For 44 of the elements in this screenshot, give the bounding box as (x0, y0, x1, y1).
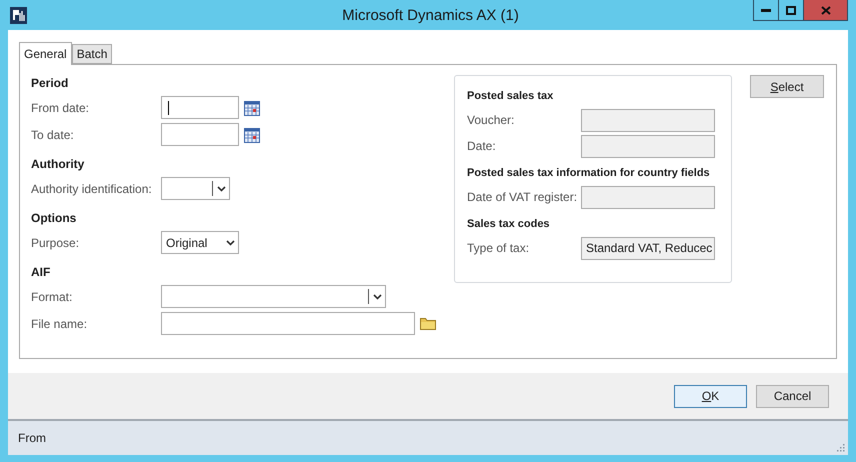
section-heading: Posted sales tax information for country fields (467, 166, 711, 181)
window-title: Microsoft Dynamics AX (1) (341, 6, 520, 24)
tab[interactable]: General (19, 42, 72, 65)
field-label: Authority identification: (31, 182, 153, 196)
field-label: Type of tax: (467, 241, 530, 255)
calendar-icon[interactable] (244, 126, 260, 142)
section-heading: AIF (31, 264, 52, 281)
section-heading: Authority (31, 156, 86, 173)
field-label: Purpose: (31, 236, 80, 250)
field-label: Voucher: (467, 113, 516, 127)
resize-grip-icon[interactable] (835, 442, 845, 452)
readonly-field: Standard VAT, Reducec (581, 236, 715, 260)
field-label: To date: (31, 128, 75, 142)
date-field[interactable] (161, 123, 239, 146)
tab[interactable]: Batch (72, 44, 112, 64)
chevron-down-icon (226, 240, 234, 246)
field-label: Format: (31, 290, 74, 304)
file-name-field[interactable] (161, 312, 415, 335)
status-text: From (18, 431, 46, 445)
chevron-down-icon (216, 186, 226, 192)
maximize-icon (786, 6, 796, 14)
section-heading: Period (31, 75, 70, 92)
section-heading: Options (31, 210, 78, 227)
folder-icon[interactable] (420, 317, 436, 330)
combo-box[interactable] (161, 285, 386, 308)
section-heading: Sales tax codes (467, 217, 551, 232)
calendar-icon[interactable] (244, 100, 260, 116)
field-label: Date of VAT register: (467, 190, 578, 204)
dialog-button[interactable]: Cancel (756, 384, 829, 408)
section-heading: Posted sales tax (467, 89, 554, 104)
minimize-icon (761, 8, 771, 12)
select-button[interactable]: Select (750, 75, 824, 98)
field-label: File name: (31, 316, 88, 330)
dialog-button[interactable]: OK (674, 384, 747, 408)
date-field[interactable] (161, 96, 239, 119)
combo-box[interactable] (161, 177, 230, 200)
app-icon (10, 6, 27, 24)
close-button[interactable] (803, 0, 848, 21)
chevron-down-icon (372, 294, 382, 300)
minimize-button[interactable] (753, 0, 779, 21)
field-label: Date: (467, 139, 497, 153)
purpose-dropdown[interactable]: Original (161, 231, 239, 254)
field-label: From date: (31, 100, 90, 114)
close-icon (820, 6, 830, 14)
